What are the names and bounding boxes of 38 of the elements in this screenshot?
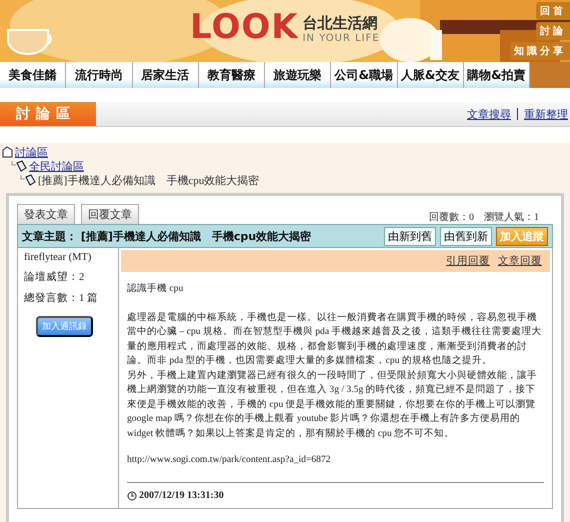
- post-paragraph: 另外，手機上建置內建瀏覽器已經有很久的一段時間了，但受限於頻寬大小與硬體效能，讓手機上網瀏覽的功能一直沒有被重視，但在進入 3g / 3.5g 的時代後，頻寬已經不是問題了，接下來便是手機效能的改善，手機的 cpu 便是手機效能的重要關鍵，你想要在你的手機上可以瀏覽 google map 嗎？你想在你的手機上觀看 youtube 影片嗎？你還想在手機上有許多方便易用的 widget 軟體嗎？如果以上答案是肯定的，那有關於手機的 cpu 您不可不知。: [127, 368, 538, 440]
- nav-tab[interactable]: 旅遊玩樂: [265, 62, 332, 88]
- post-tab[interactable]: 發表文章: [17, 204, 75, 224]
- source-url: http://www.sogi.com.tw/park/content.asp?a_id=6872: [127, 453, 332, 467]
- toolbar-link[interactable]: 文章搜尋: [467, 106, 511, 122]
- clock-icon: [127, 490, 137, 501]
- nav-tab[interactable]: 公司&職場: [331, 62, 398, 88]
- nav-tab[interactable]: 人脈&交友: [398, 62, 464, 88]
- reply-link[interactable]: 引用回覆: [446, 254, 490, 268]
- post-tab[interactable]: 回覆文章: [81, 204, 139, 224]
- topic-title: 文章主題： [推薦]手機達人必備知識 手機cpu效能大揭密: [22, 228, 312, 244]
- tagline: IN YOUR LIFE: [302, 33, 380, 44]
- nav-tab[interactable]: 美食佳餚: [0, 62, 66, 88]
- section-title: 討論區: [0, 102, 96, 126]
- author-stat: 論壇威望：2: [24, 270, 86, 284]
- post-heading: 認識手機 cpu: [127, 282, 184, 296]
- logo[interactable]: LOOK: [190, 10, 299, 44]
- reply-link[interactable]: 文章回覆: [498, 254, 542, 268]
- folder-icon: [2, 146, 13, 158]
- author-name: fireflytear (MT): [24, 252, 92, 263]
- breadcrumb-current: [推薦]手機達人必備知識 手機cpu效能大揭密: [38, 174, 260, 188]
- sort-button[interactable]: 由新到舊: [384, 226, 436, 246]
- stat-text: 回覆數：0: [429, 211, 474, 224]
- nav-tab[interactable]: 居家生活: [132, 62, 199, 88]
- book-icon: [20, 174, 36, 186]
- author-stat: 總發言數：1 篇: [24, 291, 99, 305]
- post-time: 2007/12/19 13:31:30: [139, 488, 224, 502]
- toolbar-link[interactable]: 重新整理: [524, 106, 568, 122]
- book-icon: [11, 160, 27, 172]
- breadcrumb-link[interactable]: 全民討論區: [29, 158, 84, 174]
- post-paragraph: 處理器是電腦的中樞系統，手機也是一樣。以往一般消費者在購買手機的時候，容易忽視手機當中的心臟 – cpu 規格。而在智慧型手機與 pda 手機越來越普及之後，這類手機往往需要處理大量的應用程式，而處理器的效能、規格，都會影響到手機的處理速度，漸漸受到消費者的討論。而非 pda 型的手機，也因需要處理大量的多媒體檔案，cpu 的規格也隨之提升。: [127, 310, 542, 368]
- breadcrumb-link[interactable]: 討論區: [15, 144, 48, 160]
- site-name: 台北生活網: [302, 14, 379, 33]
- nav-tab[interactable]: 教育醫療: [198, 62, 265, 88]
- sort-button[interactable]: 由舊到新: [440, 226, 492, 246]
- nav-tab[interactable]: 購物&拍賣: [464, 62, 530, 88]
- stat-text: 瀏覽人氣：1: [484, 210, 539, 224]
- nav-tab[interactable]: 流行時尚: [66, 62, 132, 88]
